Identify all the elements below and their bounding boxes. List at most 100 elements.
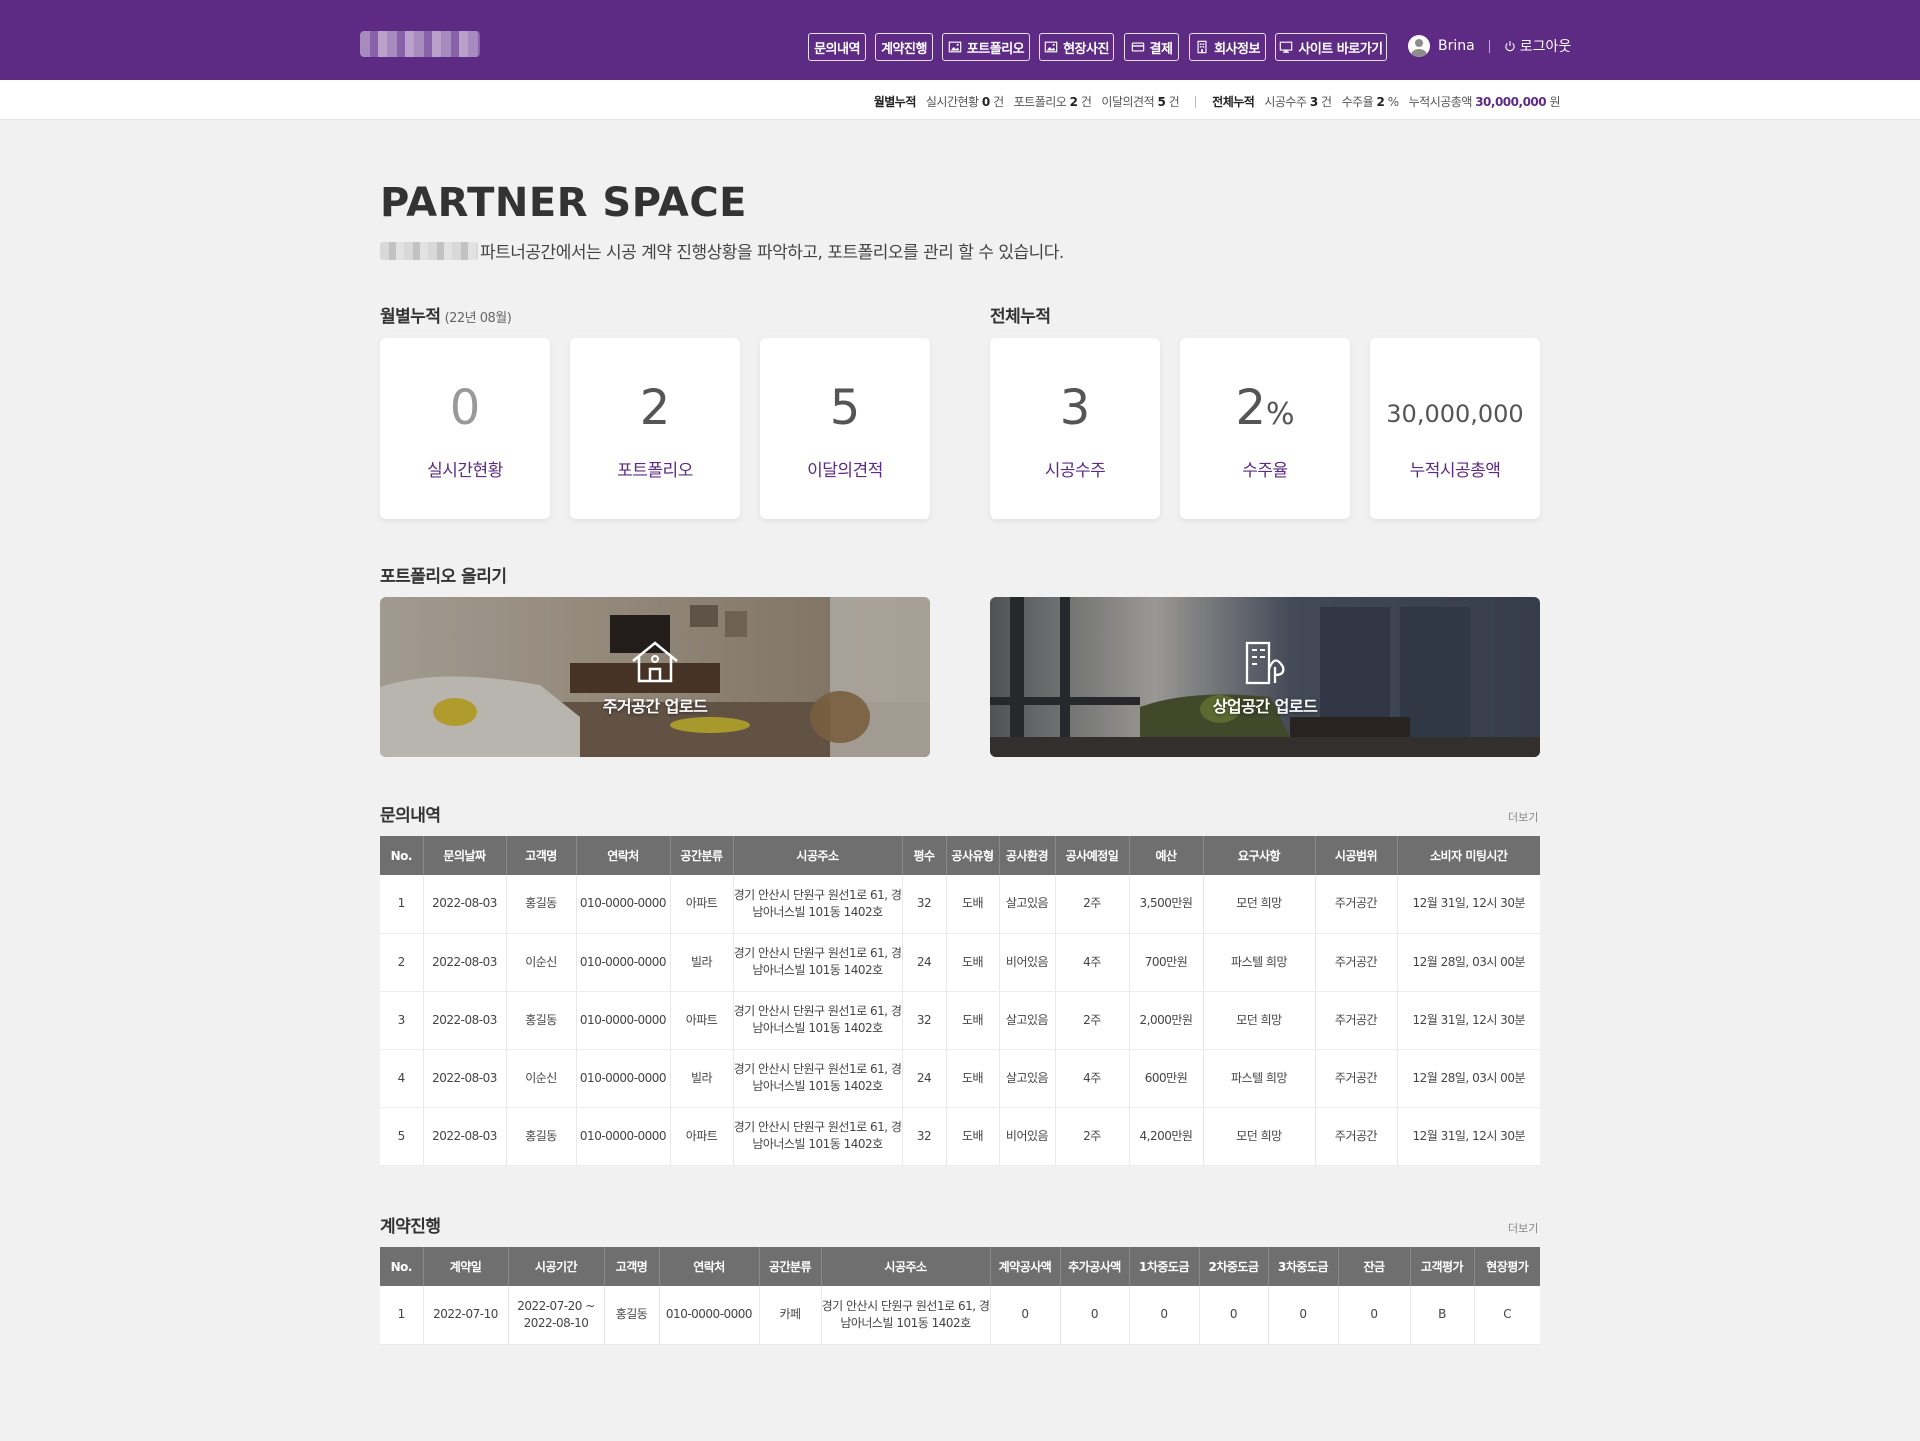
card-label: 누적시공총액 <box>1409 461 1501 481</box>
portfolio-summary: 포트폴리오 2 건 <box>1013 95 1092 109</box>
table-cell: 32 <box>902 991 947 1050</box>
table-cell: 3,500만원 <box>1129 875 1204 934</box>
portfolio-card[interactable]: 2 포트폴리오 <box>570 338 740 519</box>
column-header: 요구사항 <box>1203 836 1316 875</box>
card-label: 포트폴리오 <box>617 461 693 481</box>
table-cell: 4,200만원 <box>1129 1107 1204 1166</box>
table-cell: 주거공간 <box>1315 1049 1398 1108</box>
table-cell: 주거공간 <box>1315 1107 1398 1166</box>
table-cell: 주거공간 <box>1315 991 1398 1050</box>
divider <box>1195 95 1197 108</box>
brand-logo[interactable] <box>360 31 480 57</box>
column-header: 평수 <box>902 836 947 875</box>
table-cell: 카페 <box>759 1286 822 1345</box>
realtime-card[interactable]: 0 실시간현황 <box>380 338 550 519</box>
table-row[interactable]: 2 2022-08-03 이순신 010-0000-0000 빌라 경기 안산시 단원구 … <box>380 933 1540 992</box>
upload-section-title: 포트폴리오 올리기 <box>380 567 507 587</box>
column-header: 계약공사액 <box>990 1247 1061 1286</box>
avatar-icon[interactable] <box>1408 35 1430 57</box>
table-cell: 주거공간 <box>1315 875 1398 934</box>
column-header: No. <box>380 1247 424 1286</box>
table-cell: 32 <box>902 875 947 934</box>
table-row[interactable]: 5 2022-08-03 홍길동 010-0000-0000 아파트 경기 안산시 단원구… <box>380 1107 1540 1166</box>
summary-stat-bar: 월별누적 실시간현황 0 건 포트폴리오 2 건 이달의견적 5 건 전체누적 … <box>0 80 1920 120</box>
nav-company-info-button[interactable]: 회사정보 <box>1189 33 1266 61</box>
card-value: 2% <box>1235 380 1295 436</box>
table-cell: 파스텔 희망 <box>1203 1049 1316 1108</box>
table-body: 1 2022-07-10 2022-07-20 ~ 2022-08-10 홍길동 010… <box>380 1286 1540 1345</box>
table-cell: 010-0000-0000 <box>576 1049 671 1108</box>
commercial-upload-label: 상업공간 업로드 <box>1212 697 1318 716</box>
table-cell: 경기 안산시 단원구 원선1로 61, 경남아너스빌 101동 1402호 <box>733 875 903 934</box>
inquiries-more-link[interactable]: 더보기 <box>1508 809 1538 825</box>
table-cell: 2022-08-03 <box>423 875 507 934</box>
table-cell: 경기 안산시 단원구 원선1로 61, 경남아너스빌 101동 1402호 <box>733 1107 903 1166</box>
card-value: 2 <box>639 380 671 436</box>
monthly-section-title: 월별누적 (22년 08월) <box>380 307 512 327</box>
nav-inquiries-button[interactable]: 문의내역 <box>808 33 866 61</box>
table-cell: 2022-08-03 <box>423 933 507 992</box>
table-cell: B <box>1410 1286 1475 1345</box>
column-header: 공사유형 <box>946 836 1000 875</box>
orders-card[interactable]: 3 시공수주 <box>990 338 1160 519</box>
card-label: 이달의견적 <box>807 461 883 481</box>
column-header: 연락처 <box>576 836 671 875</box>
table-cell: 아파트 <box>670 1107 734 1166</box>
page-title: PARTNER SPACE <box>380 180 748 226</box>
table-cell: 32 <box>902 1107 947 1166</box>
inquiries-table: No. 문의날짜 고객명 연락처 공간분류 시공주소 평수 공사유형 공사환경 공사예정일 예산 요구… <box>380 836 1540 1166</box>
column-header: 연락처 <box>659 1247 760 1286</box>
table-cell: 살고있음 <box>999 1049 1056 1108</box>
column-header: 잔금 <box>1338 1247 1411 1286</box>
table-cell: 파스텔 희망 <box>1203 933 1316 992</box>
image-icon <box>1044 41 1058 53</box>
table-cell: 도배 <box>946 991 1000 1050</box>
realtime-summary: 실시간현황 0 건 <box>925 95 1004 109</box>
table-cell: 도배 <box>946 933 1000 992</box>
column-header: 시공주소 <box>733 836 903 875</box>
contracts-more-link[interactable]: 더보기 <box>1508 1220 1538 1236</box>
table-cell: 홍길동 <box>506 991 577 1050</box>
table-cell: 경기 안산시 단원구 원선1로 61, 경남아너스빌 101동 1402호 <box>821 1286 991 1345</box>
table-cell: 모던 희망 <box>1203 875 1316 934</box>
column-header: 공사예정일 <box>1055 836 1130 875</box>
order-rate-card[interactable]: 2% 수주율 <box>1180 338 1350 519</box>
nav-label: 문의내역 <box>814 41 860 57</box>
image-icon <box>948 41 962 53</box>
column-header: 공간분류 <box>670 836 734 875</box>
table-row[interactable]: 4 2022-08-03 이순신 010-0000-0000 빌라 경기 안산시 단원구 … <box>380 1049 1540 1108</box>
table-row[interactable]: 1 2022-07-10 2022-07-20 ~ 2022-08-10 홍길동 010… <box>380 1286 1540 1345</box>
table-cell: 아파트 <box>670 991 734 1050</box>
nav-contracts-button[interactable]: 계약진행 <box>875 33 933 61</box>
commercial-upload-banner[interactable]: 상업공간 업로드 <box>990 597 1540 757</box>
table-cell: 2주 <box>1055 991 1130 1050</box>
table-cell: 경기 안산시 단원구 원선1로 61, 경남아너스빌 101동 1402호 <box>733 1049 903 1108</box>
user-name[interactable]: Brina <box>1438 38 1475 54</box>
nav-site-shortcut-button[interactable]: 사이트 바로가기 <box>1275 33 1387 61</box>
table-cell: 홍길동 <box>604 1286 660 1345</box>
table-cell: 24 <box>902 1049 947 1108</box>
table-cell: 2022-07-10 <box>423 1286 509 1345</box>
table-cell: 12월 31일, 12시 30분 <box>1397 875 1540 934</box>
residential-upload-banner[interactable]: 주거공간 업로드 <box>380 597 930 757</box>
card-label: 수주율 <box>1242 461 1288 481</box>
table-cell: 2 <box>380 933 424 992</box>
nav-label: 포트폴리오 <box>966 41 1025 57</box>
nav-portfolio-button[interactable]: 포트폴리오 <box>942 33 1030 61</box>
table-row[interactable]: 3 2022-08-03 홍길동 010-0000-0000 아파트 경기 안산시 단원구… <box>380 991 1540 1050</box>
quote-summary: 이달의견적 5 건 <box>1101 95 1180 109</box>
column-header: No. <box>380 836 424 875</box>
table-cell: 010-0000-0000 <box>576 875 671 934</box>
table-cell: 010-0000-0000 <box>659 1286 760 1345</box>
nav-payment-button[interactable]: 결제 <box>1124 33 1179 61</box>
total-amount-card[interactable]: 30,000,000 누적시공총액 <box>1370 338 1540 519</box>
table-header-row: No. 문의날짜 고객명 연락처 공간분류 시공주소 평수 공사유형 공사환경 공사예정일 예산 요구… <box>380 836 1540 875</box>
logout-button[interactable]: 로그아웃 <box>1504 36 1571 56</box>
table-cell: 2022-08-03 <box>423 1107 507 1166</box>
table-cell: 살고있음 <box>999 875 1056 934</box>
table-row[interactable]: 1 2022-08-03 홍길동 010-0000-0000 아파트 경기 안산시 단원구… <box>380 875 1540 934</box>
nav-site-photos-button[interactable]: 현장사진 <box>1039 33 1114 61</box>
monthly-quote-card[interactable]: 5 이달의견적 <box>760 338 930 519</box>
table-cell: 010-0000-0000 <box>576 991 671 1050</box>
table-cell: 빌라 <box>670 933 734 992</box>
